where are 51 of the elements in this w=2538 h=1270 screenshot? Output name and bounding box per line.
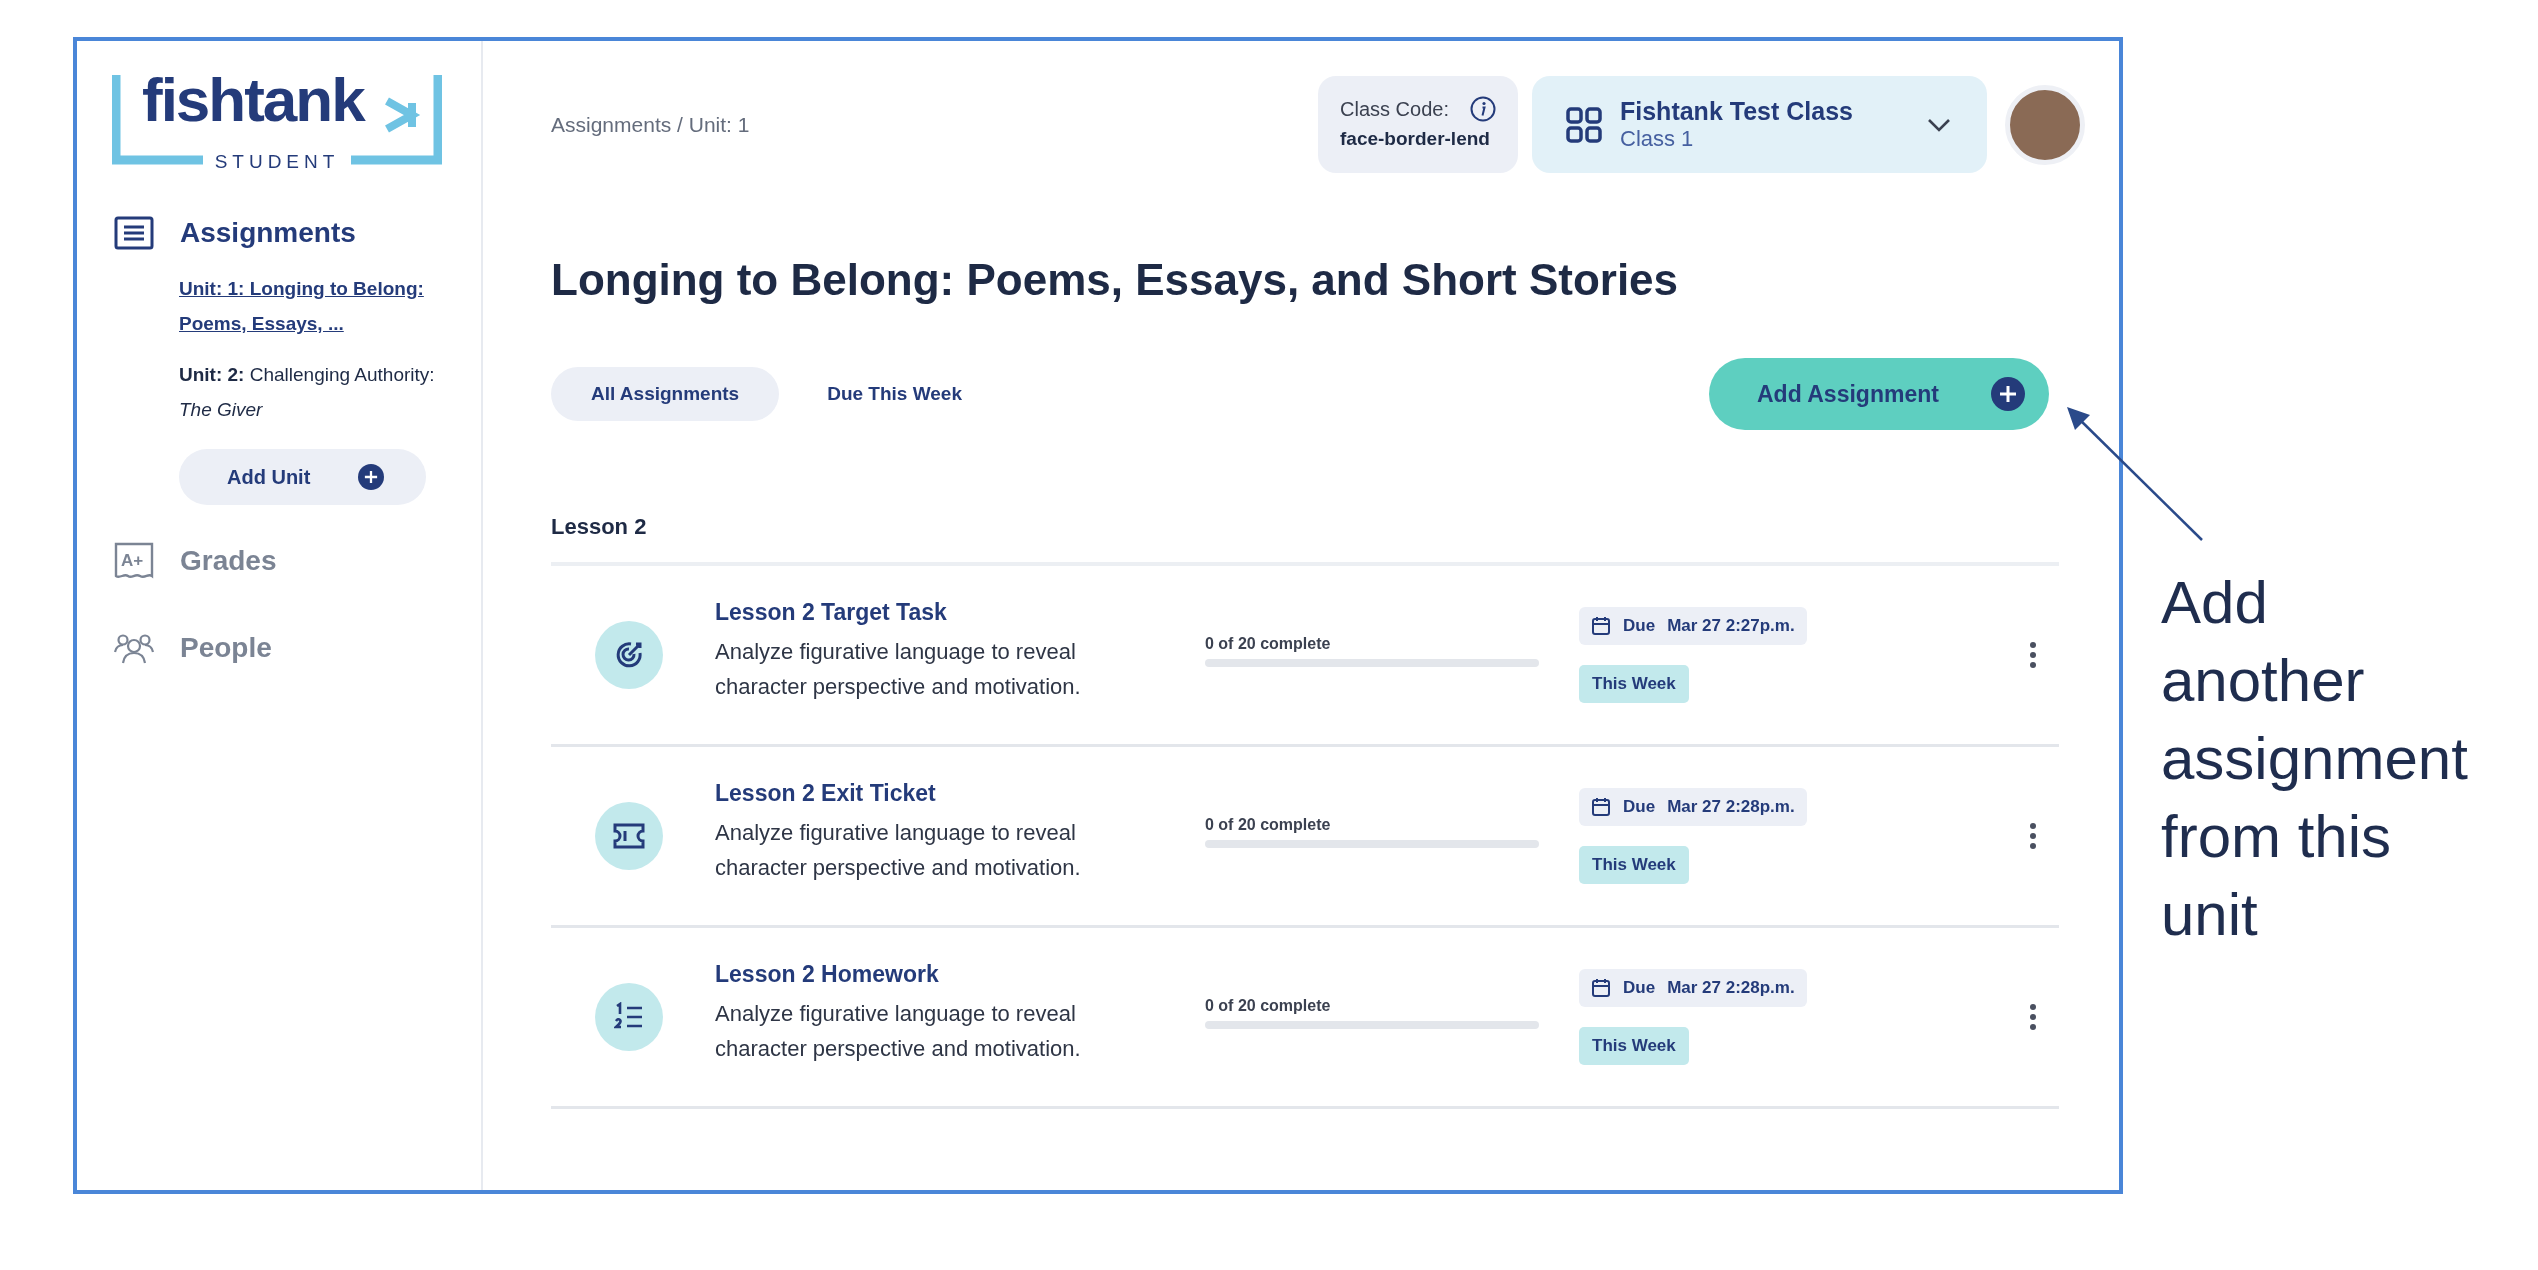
ticket-icon	[613, 823, 645, 849]
assignment-description: Analyze figurative language to reveal character perspective and motivation.	[715, 637, 1082, 701]
progress-label: 0 of 20 complete	[1205, 816, 1332, 834]
progress-label: 0 of 20 complete	[1205, 635, 1332, 653]
more-icon[interactable]	[2029, 1003, 2037, 1031]
week-tag: This Week	[1579, 665, 1689, 703]
grade-sheet-icon: A+	[114, 542, 154, 580]
nav-item[interactable]: A+ Grades	[107, 533, 481, 589]
list-icon	[114, 216, 154, 250]
class-code-value: face-border-lend	[1340, 128, 1491, 150]
more-icon[interactable]	[2029, 641, 2037, 669]
assignment-description: Analyze figurative language to reveal character perspective and motivation.	[715, 999, 1082, 1063]
unit-item[interactable]: Unit: 2: Challenging Authority: The Giver	[179, 357, 469, 427]
week-tag: This Week	[1579, 1027, 1689, 1065]
nav-item[interactable]: People	[107, 620, 481, 676]
assignment-title[interactable]: Lesson 2 Exit Ticket	[715, 779, 1155, 807]
filter-tab[interactable]: Due This Week	[787, 367, 1002, 421]
due-date-chip: Due Mar 27 2:27p.m.	[1579, 607, 1807, 645]
class-selector[interactable]: Fishtank Test Class Class 1	[1532, 76, 1987, 173]
class-section: Class 1	[1620, 126, 1909, 152]
plus-icon	[1991, 377, 2025, 411]
add-unit-button[interactable]: Add Unit	[179, 449, 426, 505]
calendar-icon	[1591, 978, 1611, 998]
due-date-chip: Due Mar 27 2:28p.m.	[1579, 788, 1807, 826]
plus-icon	[358, 464, 384, 490]
class-name: Fishtank Test Class	[1620, 97, 1854, 126]
filter-tab[interactable]: All Assignments	[551, 367, 780, 421]
progress-label: 0 of 20 complete	[1205, 997, 1332, 1015]
nav-item[interactable]: Assignments	[107, 205, 481, 261]
class-code-label: Class Code:	[1340, 97, 1449, 121]
annotation-text: Add another assignment from this unit	[2161, 568, 2469, 950]
assignment-title[interactable]: Lesson 2 Target Task	[715, 598, 1155, 626]
calendar-icon	[1591, 797, 1611, 817]
logo-subtitle: STUDENT	[202, 152, 352, 171]
calendar-icon	[1591, 616, 1611, 636]
lesson-heading: Lesson 2	[551, 514, 2059, 566]
assignment-title[interactable]: Lesson 2 Homework	[715, 960, 1155, 988]
more-icon[interactable]	[2029, 822, 2037, 850]
week-tag: This Week	[1579, 846, 1689, 884]
people-icon	[114, 632, 154, 664]
breadcrumb: Assignments / Unit: 1	[551, 112, 751, 137]
unit-link[interactable]: Unit: 1: Longing to Belong: Poems, Essays, ...	[179, 271, 469, 341]
grid-icon	[1566, 106, 1602, 143]
assignment-description: Analyze figurative language to reveal character perspective and motivation.	[715, 818, 1082, 882]
logo-wordmark: fishtank	[142, 69, 364, 131]
chevron-down-icon	[1927, 117, 1951, 132]
page-title: Longing to Belong: Poems, Essays, and Short Stories	[551, 255, 1680, 305]
info-icon	[1470, 96, 1496, 122]
target-icon	[614, 640, 644, 670]
add-assignment-button[interactable]: Add Assignment	[1709, 358, 2049, 430]
due-date-chip: Due Mar 27 2:28p.m.	[1579, 969, 1807, 1007]
